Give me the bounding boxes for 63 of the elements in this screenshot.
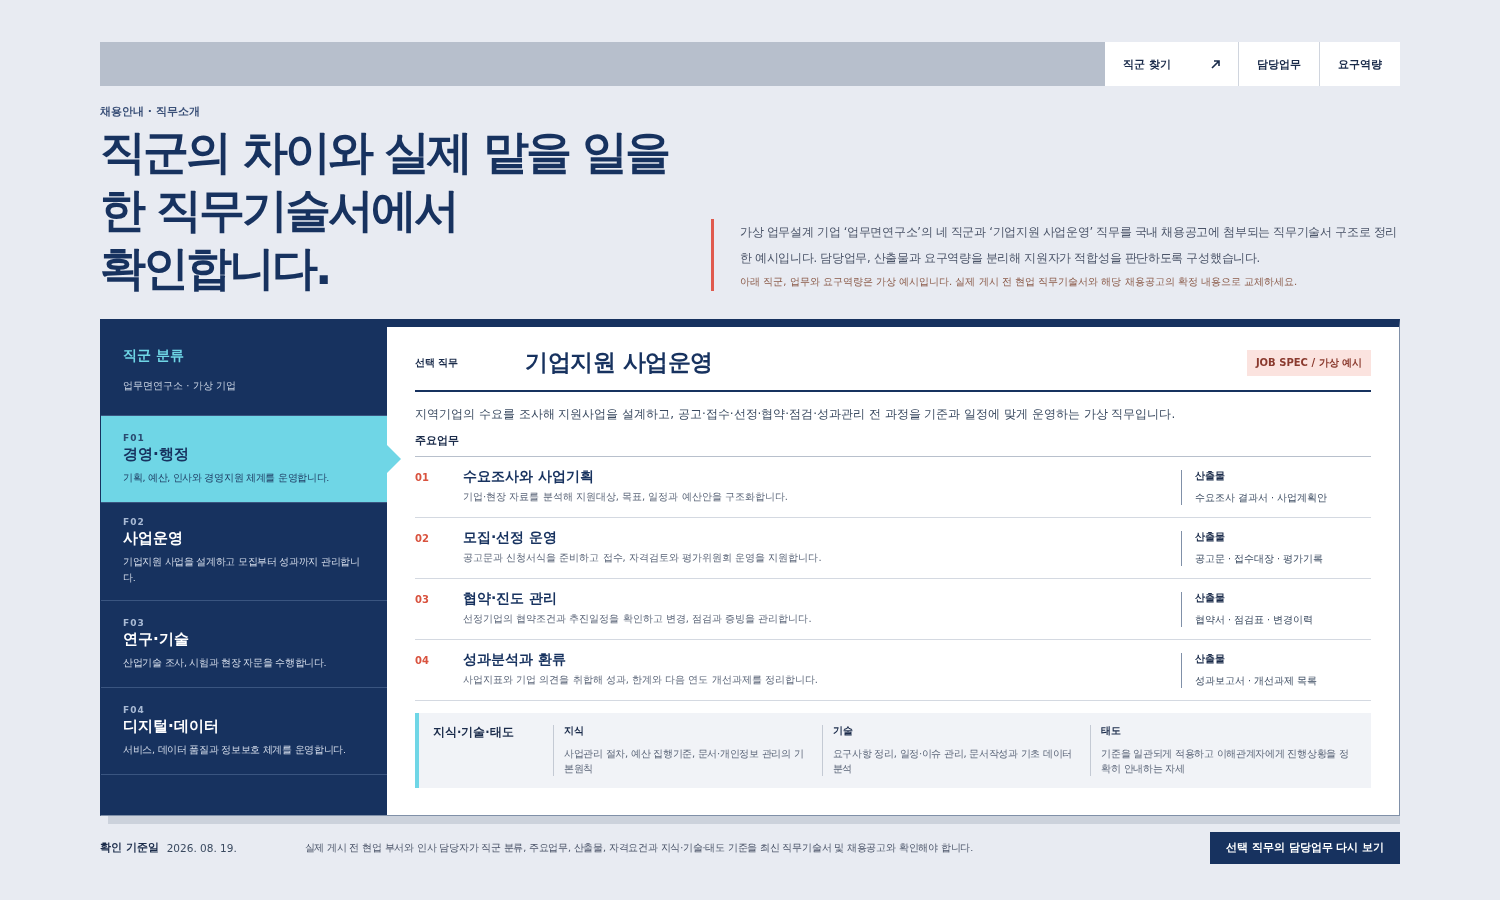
output-text: 공고문 · 접수대장 · 평가기록	[1195, 553, 1325, 566]
duty-title: 협약·진도 관리	[463, 590, 559, 608]
category-description: 기업지원 사업을 설계하고 모집부터 성과까지 관리합니다.	[123, 555, 361, 585]
footer-note: 실제 게시 전 현업 부서와 인사 담당자가 직군 분류, 주요업무, 산출물, 자격요건과 지식·기술·태도 기준을 최신 직무기술서 및 채용공고와 확인해야 합니다.	[304, 841, 974, 855]
job-summary: 지역기업의 수요를 조사해 지원사업을 설계하고, 공고·접수·선정·협약·점검·성과관리 전 과정을 기준과 일정에 맞게 운영하는 가상 직무입니다.	[415, 406, 1177, 423]
arrow-icon	[1211, 59, 1220, 69]
category-item[interactable]: F02 사업운영 기업지원 사업을 설계하고 모집부터 성과까지 관리합니다.	[101, 503, 387, 601]
category-code: F01	[123, 432, 146, 443]
duty-number: 01	[415, 471, 430, 485]
ksa-text: 사업관리 절차, 예산 집행기준, 문서·개인정보 관리의 기본원칙	[564, 747, 805, 776]
category-item[interactable]: F03 연구·기술 산업기술 조사, 시험과 현장 자문을 수행합니다.	[101, 601, 387, 688]
headline: 한 직무기술서에서	[100, 182, 458, 239]
output-label: 산출물	[1195, 653, 1226, 666]
nav-button[interactable]: 요구역량	[1320, 42, 1400, 86]
date-value: 2026. 08. 19.	[166, 842, 238, 854]
ksa-label: 지식	[564, 725, 585, 738]
category-description: 산업기술 조사, 시험과 현장 자문을 수행합니다.	[123, 655, 328, 670]
duty-description: 공고문과 신청서식을 준비하고 접수, 자격검토와 평가위원회 운영을 지원합니다.	[463, 551, 823, 565]
duty-number: 03	[415, 593, 430, 607]
job-label: 선택 직무	[415, 355, 460, 370]
category-name: 사업운영	[123, 529, 184, 548]
duty-number: 02	[415, 532, 430, 546]
intro-text: 가상 업무설계 기업 ‘업무면연구소’의 네 직군과 ‘기업지원 사업운영’ 직무를 국내 채용공고에 첨부되는 직무기술서 구조로 정리한 예시입니다. 담당업무, 산출물과 요구역량을 분리해 지원자가 적합성을 판단하도록 구성했습니다.	[740, 224, 1399, 267]
job-title: 기업지원 사업운영	[525, 348, 714, 377]
sidebar-subtitle: 업무면연구소 · 가상 기업	[123, 379, 237, 393]
duty-title: 모집·선정 운영	[463, 529, 559, 547]
category-code: F04	[123, 704, 146, 715]
duty-description: 기업·현장 자료를 분석해 지원대상, 목표, 일정과 예산안을 구조화합니다.	[463, 490, 789, 504]
output-text: 협약서 · 점검표 · 변경이력	[1195, 614, 1315, 627]
headline: 직군의 차이와 실제 맡을 일을	[100, 124, 669, 181]
sidebar-title: 직군 분류	[123, 347, 185, 365]
breadcrumb: 채용안내 · 직무소개	[100, 104, 201, 119]
job-spec-badge: JOB SPEC / 가상 예시	[1246, 349, 1371, 376]
output-label: 산출물	[1195, 592, 1226, 605]
category-description: 기획, 예산, 인사와 경영지원 체계를 운영합니다.	[123, 470, 331, 485]
date-label: 확인 기준일	[100, 841, 159, 855]
category-name: 디지털·데이터	[123, 716, 220, 736]
duties-heading: 주요업무	[415, 433, 1371, 457]
duty-description: 선정기업의 협약조건과 추진일정을 확인하고 변경, 점검과 증빙을 관리합니다.	[463, 612, 813, 626]
duty-title: 성과분석과 환류	[463, 651, 567, 669]
ksa-text: 기준을 일관되게 적용하고 이해관계자에게 진행상황을 정확히 안내하는 자세	[1101, 747, 1349, 776]
output-text: 수요조사 결과서 · 사업계획안	[1195, 492, 1329, 505]
duty-title: 수요조사와 사업기획	[463, 468, 595, 486]
output-label: 산출물	[1195, 531, 1226, 544]
category-item[interactable]: F04 디지털·데이터 서비스, 데이터 품질과 정보보호 체계를 운영합니다.	[101, 688, 387, 775]
category-name: 경영·행정	[123, 444, 190, 464]
ksa-text: 요구사항 정리, 일정·이슈 관리, 문서작성과 기초 데이터 분석	[832, 747, 1073, 776]
category-code: F03	[123, 617, 146, 628]
category-description: 서비스, 데이터 품질과 정보보호 체계를 운영합니다.	[123, 742, 347, 757]
category-code: F02	[123, 517, 146, 527]
duty-description: 사업지표와 기업 의견을 취합해 성과, 한계와 다음 연도 개선과제를 정리합니다.	[463, 673, 819, 687]
output-text: 성과보고서 · 개선과제 목록	[1195, 675, 1319, 688]
ksa-label: 기술	[832, 725, 854, 738]
review-button[interactable]: 선택 직무의 담당업무 다시 보기	[1210, 832, 1400, 864]
ksa-title: 지식·기술·태도	[433, 725, 515, 741]
headline: 확인합니다.	[100, 240, 331, 297]
nav-button[interactable]: 담당업무	[1239, 42, 1319, 86]
output-label: 산출물	[1195, 470, 1226, 483]
duty-number: 04	[415, 654, 430, 668]
nav-button[interactable]: 직군 찾기	[1105, 42, 1238, 86]
intro-note: 아래 직군, 업무와 요구역량은 가상 예시입니다. 실제 게시 전 현업 직무기술서와 해당 채용공고의 확정 내용으로 교체하세요.	[740, 275, 1299, 289]
category-name: 연구·기술	[123, 629, 190, 649]
ksa-label: 태도	[1101, 725, 1123, 738]
